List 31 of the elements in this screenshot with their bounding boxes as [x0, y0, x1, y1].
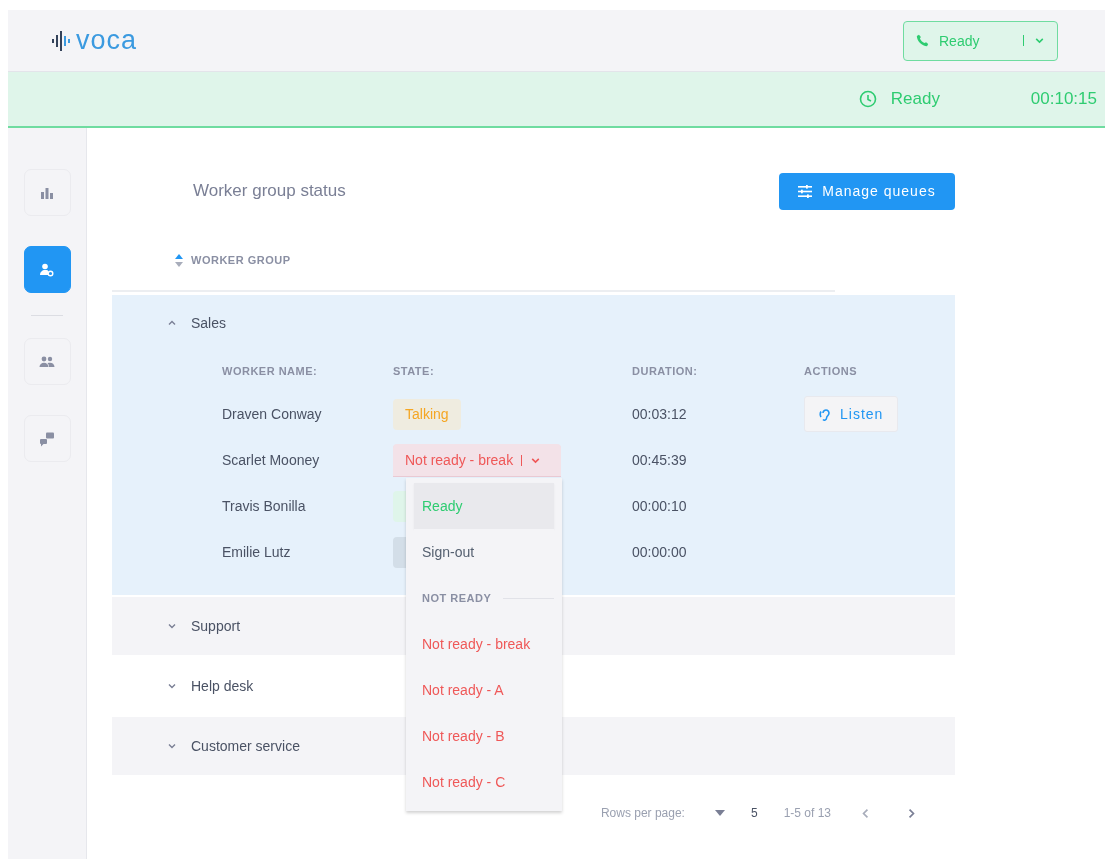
duration-text: 00:45:39 — [632, 451, 688, 470]
duration-text: 00:03:12 — [632, 405, 688, 424]
duration-text: 00:00:00 — [632, 543, 688, 562]
group-toggle[interactable]: Sales — [167, 295, 227, 351]
state-select[interactable]: Not ready - break — [393, 444, 561, 476]
worker-name: Draven Conway — [222, 405, 323, 424]
column-header: WORKER GROUP — [191, 254, 291, 266]
group-toggle[interactable]: Help desk — [167, 657, 254, 715]
status-text: Ready — [890, 89, 941, 109]
manage-queues-button[interactable]: Manage queues — [779, 172, 955, 210]
rows-per-page-label: Rows per page: — [600, 806, 685, 820]
column-header: DURATION: — [632, 364, 699, 379]
menu-option[interactable]: Ready — [414, 483, 554, 529]
page-range: 1-5 of 13 — [783, 806, 831, 820]
worker-name: Emilie Lutz — [222, 543, 292, 562]
listen-button[interactable]: Listen — [804, 396, 899, 432]
worker-name: Scarlet Mooney — [222, 451, 321, 470]
column-header: ACTIONS — [804, 364, 858, 379]
menu-section-label: NOT READY — [422, 592, 492, 604]
rows-per-page-select[interactable]: 5 — [714, 806, 784, 820]
column-header: WORKER NAME: — [222, 364, 319, 379]
column-header: STATE: — [393, 364, 436, 379]
group-toggle[interactable]: Customer service — [167, 717, 300, 775]
state-badge: Talking — [393, 398, 461, 430]
duration-text: 00:00:10 — [632, 497, 688, 516]
status-select[interactable]: Ready — [903, 20, 1058, 61]
worker-name: Travis Bonilla — [222, 497, 307, 516]
status-timer: 00:10:15 — [1030, 89, 1097, 109]
page-title: Worker group status — [193, 181, 346, 201]
logo-text: voca — [76, 27, 138, 54]
group-toggle[interactable]: Support — [167, 597, 241, 655]
